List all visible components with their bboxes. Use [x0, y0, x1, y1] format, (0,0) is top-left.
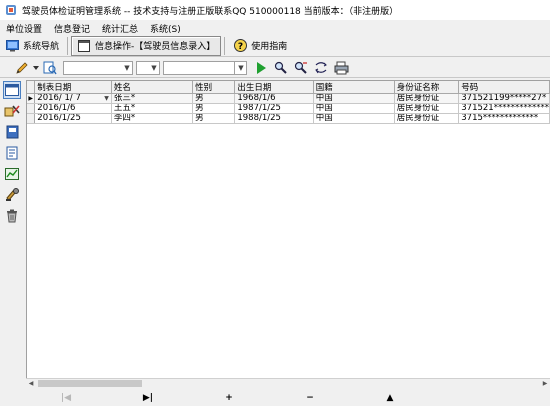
table-cell[interactable]: 男 — [192, 93, 236, 104]
table-cell[interactable]: 2016/1/25 — [34, 113, 112, 124]
field-select[interactable]: ▼ — [63, 60, 133, 75]
table-cell[interactable]: 371521199*****27* — [458, 93, 550, 104]
app-icon — [4, 3, 18, 17]
row-indicator — [27, 103, 36, 114]
table-cell[interactable]: 1987/1/25 — [234, 103, 314, 114]
cell-text: 2016/ 1/ 7 — [37, 93, 81, 103]
scroll-right-icon[interactable]: ▶ — [540, 380, 550, 387]
menu-system[interactable]: 系统(S) — [144, 22, 187, 35]
scroll-thumb[interactable] — [38, 380, 142, 387]
chevron-down-icon: ▼ — [238, 63, 244, 72]
menu-info-register[interactable]: 信息登记 — [48, 22, 96, 35]
delete-record-button[interactable]: − — [300, 389, 320, 406]
data-grid[interactable]: 制表日期 姓名 性别 出生日期 国籍 身份证名称 号码 ▶ 2016/ 1/ 7… — [26, 80, 550, 378]
first-record-button[interactable]: |◀ — [56, 389, 76, 406]
edit-record-button[interactable]: ▲ — [380, 389, 400, 406]
table-cell[interactable]: 张三* — [111, 93, 194, 104]
document-icon[interactable] — [3, 144, 21, 162]
tools-icon[interactable] — [3, 102, 21, 120]
last-record-button[interactable]: ▶| — [138, 389, 158, 406]
table-cell[interactable]: 3715************* — [458, 113, 550, 124]
menu-statistics[interactable]: 统计汇总 — [96, 22, 144, 35]
separator — [224, 36, 226, 55]
table-cell[interactable]: 1968/1/6 — [234, 93, 314, 104]
column-header[interactable]: 姓名 — [111, 81, 194, 94]
row-indicator — [27, 113, 36, 124]
chevron-down-icon: ▼ — [151, 63, 157, 72]
table-cell[interactable]: 王五* — [111, 103, 194, 114]
print-icon[interactable] — [333, 60, 349, 76]
table-cell[interactable]: 李四* — [111, 113, 194, 124]
table-cell[interactable]: 1988/1/25 — [234, 113, 314, 124]
separator — [67, 36, 69, 55]
table-cell[interactable]: 2016/1/6 — [34, 103, 112, 114]
search-field-icon[interactable] — [42, 60, 58, 76]
table-cell[interactable]: 男 — [192, 103, 236, 114]
column-header[interactable]: 号码 — [458, 81, 550, 94]
find-icon[interactable] — [273, 60, 289, 76]
driver-table: 制表日期 姓名 性别 出生日期 国籍 身份证名称 号码 ▶ 2016/ 1/ 7… — [27, 81, 550, 124]
table-row[interactable]: 2016/1/25 李四* 男 1988/1/25 中国 居民身份证 3715*… — [27, 113, 550, 124]
operator-select[interactable]: ▼ — [136, 60, 160, 75]
dropdown-arrow-icon[interactable] — [32, 60, 40, 76]
column-header[interactable]: 制表日期 — [34, 81, 112, 94]
row-indicator-header — [27, 81, 36, 94]
system-nav-label: 系统导航 — [23, 42, 60, 52]
title-bar: 驾驶员体检证明管理系统 -- 技术支持与注册正版联系QQ 510000118 当… — [0, 0, 550, 20]
trash-icon[interactable] — [3, 207, 21, 225]
menu-bar: 单位设置 信息登记 统计汇总 系统(S) — [0, 21, 550, 35]
current-row-indicator: ▶ — [27, 93, 36, 104]
user-guide-label: 使用指南 — [251, 42, 288, 52]
menu-unit-settings[interactable]: 单位设置 — [0, 22, 48, 35]
help-icon: ? — [233, 39, 247, 53]
column-header[interactable]: 性别 — [192, 81, 236, 94]
column-header[interactable]: 出生日期 — [234, 81, 314, 94]
table-cell[interactable]: 371521************* — [458, 103, 550, 114]
table-cell[interactable]: 居民身份证 — [394, 113, 460, 124]
user-guide-button[interactable]: ? 使用指南 — [228, 36, 292, 56]
scroll-left-icon[interactable]: ◀ — [26, 380, 36, 387]
tab-info-operation[interactable]: 信息操作-【驾驶员信息录入】 — [71, 35, 222, 56]
window-icon — [77, 39, 91, 53]
window-title: 驾驶员体检证明管理系统 -- 技术支持与注册正版联系QQ 510000118 当… — [22, 6, 399, 17]
book-icon[interactable] — [3, 123, 21, 141]
entry-form-icon[interactable] — [3, 81, 21, 99]
table-cell[interactable]: 居民身份证 — [394, 103, 460, 114]
search-value-dropdown[interactable]: ▼ — [235, 60, 247, 75]
column-header[interactable]: 国籍 — [313, 81, 395, 94]
tab-info-label: 信息操作-【驾驶员信息录入】 — [95, 42, 216, 52]
chevron-down-icon[interactable]: ▼ — [104, 94, 109, 103]
table-cell[interactable]: 中国 — [313, 113, 395, 124]
chart-icon[interactable] — [3, 165, 21, 183]
main-window: 驾驶员体检证明管理系统 -- 技术支持与注册正版联系QQ 510000118 当… — [0, 0, 550, 406]
pencil-icon[interactable] — [14, 60, 30, 76]
search-value-input[interactable] — [163, 60, 235, 75]
table-header-row: 制表日期 姓名 性别 出生日期 国籍 身份证名称 号码 — [27, 81, 550, 94]
add-record-button[interactable]: + — [219, 389, 239, 406]
table-cell[interactable]: 居民身份证 — [394, 93, 460, 104]
table-row[interactable]: ▶ 2016/ 1/ 7 ▼ 张三* 男 1968/1/6 中国 居民身份证 37… — [27, 93, 550, 104]
svg-text:?: ? — [238, 42, 243, 52]
record-navigator: |◀ ▶| + − ▲ — [0, 389, 550, 406]
table-row[interactable]: 2016/1/6 王五* 男 1987/1/25 中国 居民身份证 371521… — [27, 103, 550, 114]
monitor-icon — [5, 39, 19, 53]
table-cell[interactable]: 中国 — [313, 93, 395, 104]
settings-icon[interactable] — [3, 186, 21, 204]
run-query-icon[interactable] — [253, 60, 269, 76]
toolbar: ▼ ▼ ▼ — [0, 58, 550, 78]
find-next-icon[interactable] — [293, 60, 309, 76]
filter-icon[interactable] — [313, 60, 329, 76]
table-cell-editing[interactable]: 2016/ 1/ 7 ▼ — [34, 93, 112, 104]
table-cell[interactable]: 男 — [192, 113, 236, 124]
system-nav-button[interactable]: 系统导航 — [0, 36, 64, 56]
left-toolbar — [0, 79, 24, 389]
horizontal-scrollbar[interactable]: ◀ ▶ — [26, 378, 550, 388]
table-cell[interactable]: 中国 — [313, 103, 395, 114]
column-header[interactable]: 身份证名称 — [394, 81, 460, 94]
chevron-down-icon: ▼ — [124, 63, 130, 72]
nav-bar: 系统导航 信息操作-【驾驶员信息录入】 ? 使用指南 — [0, 35, 550, 57]
